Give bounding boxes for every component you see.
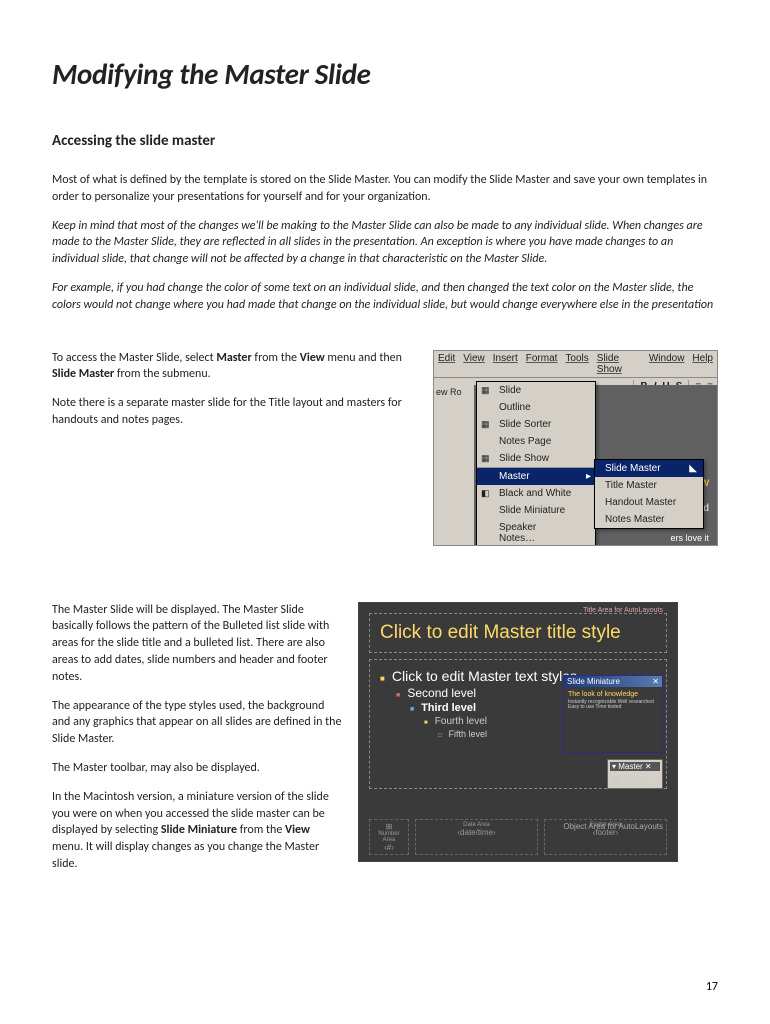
menu-item-master: Master▸ [477,468,595,485]
number-area: ⊞ Number Area ‹#› [369,819,409,855]
menu-item-bw: ◧Black and White [477,485,595,502]
menu-format: Format [526,353,558,375]
slideshow-icon: ▦ [481,453,493,465]
title-area-label: Title Area for AutoLayouts [583,607,663,614]
close-label: Close [624,773,647,783]
menu-item-outline: Outline [477,399,595,416]
master-submenu: Slide Master ◣ Title Master Handout Mast… [594,459,704,529]
master-slide-screenshot: Title Area for AutoLayouts Click to edit… [358,602,678,862]
bullet-icon [396,686,404,700]
slide-text-fragment: ers love it [670,533,709,543]
menu-item-speakernotes: Speaker Notes… [477,519,595,546]
toolbar-title: ▾ Master ✕ [612,762,652,771]
paragraph: The appearance of the type styles used, … [52,698,342,748]
menu-item-slidesorter: ▦Slide Sorter [477,416,595,433]
menu-window: Window [649,353,685,375]
number-icon: ⊞ [386,822,393,831]
bullet-icon [410,702,418,714]
menu-slideshow: Slide Show [597,353,641,375]
bullet-icon [438,729,446,739]
menu-insert: Insert [493,353,518,375]
menu-item-slideshow: ▦Slide Show [477,450,595,468]
page-number: 17 [706,980,718,994]
paragraph: The Master toolbar, may also be displaye… [52,760,342,777]
paragraph: Most of what is defined by the template … [52,172,718,206]
paragraph: The Master Slide will be displayed. The … [52,602,342,686]
arrow-right-icon: ▸ [586,471,591,482]
menu-help: Help [692,353,713,375]
menu-item-notespage: Notes Page [477,433,595,450]
date-area: Date Area ‹date/time› [415,819,538,855]
slide-icon: ▦ [481,385,493,397]
paragraph: Keep in mind that most of the changes we… [52,218,718,268]
menu-item-miniature: Slide Miniature [477,502,595,519]
close-icon: ▣ [612,773,621,784]
sidebar-fragment: ew Ro [434,385,474,545]
menu-tools: Tools [565,353,588,375]
paragraph: To access the Master Slide, select Maste… [52,350,417,384]
paragraph: Note there is a separate master slide fo… [52,395,417,429]
menubar: Edit View Insert Format Tools Slide Show… [434,351,717,378]
miniature-heading: The look of knowledge [568,691,658,698]
title-placeholder: Title Area for AutoLayouts Click to edit… [369,613,667,653]
master-toolbar: ▾ Master ✕ ▣Close [607,759,663,789]
paragraph: In the Macintosh version, a miniature ve… [52,789,342,873]
bullet-icon [424,716,432,727]
bullet-icon [380,668,388,684]
submenu-notesmaster: Notes Master [595,511,703,528]
submenu-handoutmaster: Handout Master [595,494,703,511]
submenu-titlemaster: Title Master [595,477,703,494]
miniature-title: Slide Miniature [567,677,620,686]
view-menu-screenshot: Edit View Insert Format Tools Slide Show… [433,350,718,546]
page-title: Modifying the Master Slide [52,56,718,92]
footer-area: Footer Area ‹footer› [544,819,667,855]
miniature-body: Instantly recognizable Well researched E… [568,700,658,711]
paragraph: For example, if you had change the color… [52,280,718,314]
master-title-text: Click to edit Master title style [380,622,656,644]
cursor-icon: ◣ [689,463,697,474]
section-heading: Accessing the slide master [52,132,718,150]
close-icon: ✕ [652,677,659,686]
bw-icon: ◧ [481,488,493,500]
sorter-icon: ▦ [481,419,493,431]
submenu-slidemaster: Slide Master ◣ [595,460,703,477]
menu-view: View [463,353,485,375]
menu-edit: Edit [438,353,455,375]
menu-item-slide: ▦Slide [477,382,595,399]
view-dropdown: ▦Slide Outline ▦Slide Sorter Notes Page … [476,381,596,546]
slide-miniature-window: Slide Miniature ✕ The look of knowledge … [563,675,663,753]
